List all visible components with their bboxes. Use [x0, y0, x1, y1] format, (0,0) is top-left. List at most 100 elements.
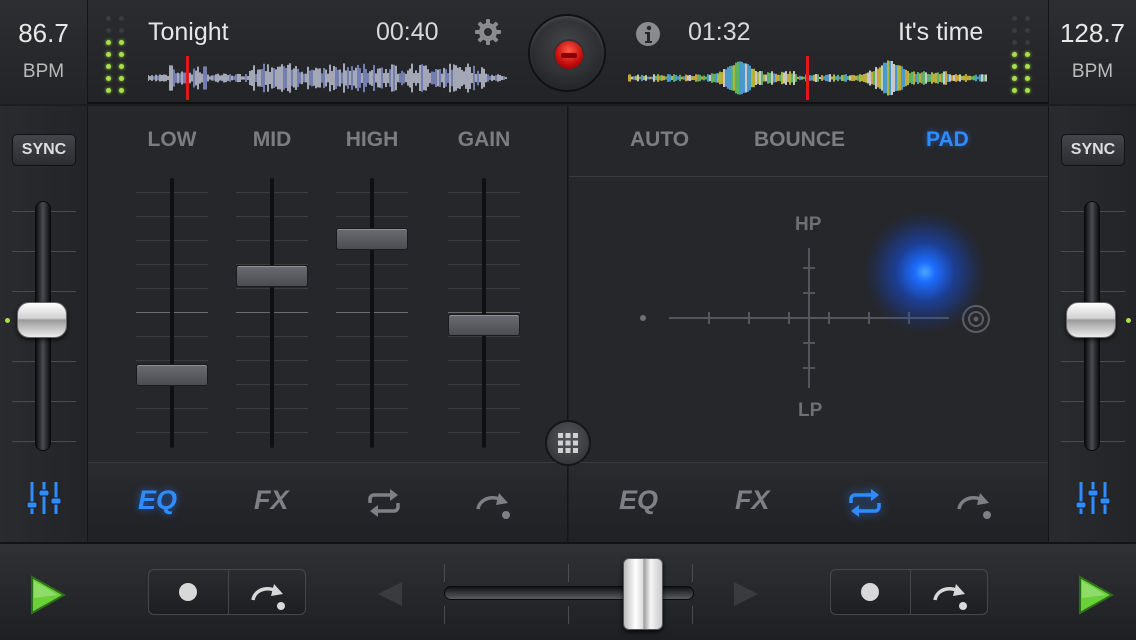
left-pitch-slider-handle[interactable] [17, 302, 67, 338]
left-bpm-label: BPM [22, 61, 65, 82]
fader-handle[interactable] [448, 314, 520, 337]
vu-led [106, 16, 111, 21]
right-redo-button[interactable] [910, 570, 987, 614]
record-button[interactable] [528, 14, 606, 92]
left-sync-button[interactable]: SYNC [12, 134, 76, 166]
right-bpm-label: BPM [1071, 61, 1114, 82]
vu-led [1012, 64, 1017, 69]
vu-led [1025, 28, 1030, 33]
cue-dot-icon [179, 583, 197, 601]
vu-led [119, 16, 124, 21]
left-bpm-display: 86.7 BPM [0, 0, 88, 104]
vu-led [119, 88, 124, 93]
eq-fader-high[interactable] [336, 178, 408, 448]
left-cue-button[interactable] [149, 570, 228, 614]
right-play-button[interactable] [1076, 574, 1116, 616]
playhead-marker [806, 56, 809, 100]
vu-led [106, 88, 111, 93]
right-tab-eq[interactable]: EQ [619, 485, 658, 516]
eq-fader-low[interactable] [136, 178, 208, 448]
loop-icon[interactable] [364, 485, 404, 521]
right-tab-fx[interactable]: FX [735, 485, 770, 516]
right-vu-meter [1008, 14, 1034, 98]
pad-divider [569, 176, 1048, 177]
left-waveform[interactable] [148, 56, 508, 100]
gear-icon[interactable] [474, 18, 502, 46]
right-cue-controls [830, 569, 988, 615]
crossfader-handle[interactable] [622, 558, 663, 630]
right-sync-button[interactable]: SYNC [1061, 134, 1125, 166]
tab-bounce[interactable]: BOUNCE [754, 128, 845, 152]
eq-fader-mid[interactable] [236, 178, 308, 448]
grid-icon [558, 433, 578, 453]
crossfader-right-arrow[interactable] [734, 582, 758, 606]
redo-icon [933, 584, 967, 610]
cue-dot-icon [861, 583, 879, 601]
fader-handle[interactable] [236, 264, 308, 287]
vu-led [119, 40, 124, 45]
eq-panel: LOW MID HIGH GAIN [88, 106, 568, 462]
left-play-button[interactable] [28, 574, 68, 616]
fader-handle[interactable] [336, 227, 408, 250]
pad-touch-point[interactable] [865, 212, 985, 332]
loop-icon[interactable] [845, 485, 885, 521]
right-track-time: 01:32 [688, 18, 751, 46]
transport-bar [0, 542, 1136, 640]
eq-header-low: LOW [147, 128, 197, 151]
left-bpm-value: 86.7 [18, 18, 69, 48]
eq-fader-gain[interactable] [448, 178, 520, 448]
grid-button[interactable] [545, 420, 591, 466]
vu-led [1012, 16, 1017, 21]
left-track-time: 00:40 [376, 18, 439, 46]
left-redo-button[interactable] [228, 570, 305, 614]
right-cue-button[interactable] [831, 570, 910, 614]
vu-led [1025, 76, 1030, 81]
vu-led [1025, 52, 1030, 57]
right-pitch-slider-handle[interactable] [1066, 302, 1116, 338]
left-cue-controls [148, 569, 306, 615]
record-icon [553, 39, 585, 71]
vu-led [1012, 88, 1017, 93]
right-panel-tabbar: EQ FX [569, 462, 1048, 542]
left-tab-eq[interactable]: EQ [138, 485, 177, 516]
fader-rail [270, 178, 274, 448]
vu-led [1012, 52, 1017, 57]
vu-led [1012, 76, 1017, 81]
redo-icon [251, 584, 285, 610]
top-bar: 86.7 BPM Tonight 00:40 01:32 It's time 1 [0, 0, 1136, 104]
redo-icon[interactable] [955, 485, 995, 521]
pad-lp-label: LP [798, 400, 823, 421]
info-icon[interactable] [634, 20, 662, 48]
right-bpm-display: 128.7 BPM [1048, 0, 1136, 104]
vu-led [1025, 40, 1030, 45]
redo-icon[interactable] [474, 485, 514, 521]
eq-header-mid: MID [252, 128, 292, 151]
right-track-title: It's time [898, 18, 984, 46]
fader-handle[interactable] [136, 364, 208, 386]
right-pitch-center-led [1126, 318, 1131, 323]
vu-led [106, 76, 111, 81]
fader-rail [370, 178, 374, 448]
vu-led [119, 76, 124, 81]
fx-pad-panel: AUTO BOUNCE PAD HP LP [569, 106, 1048, 462]
eq-header-gain: GAIN [457, 128, 511, 151]
vu-led [1025, 64, 1030, 69]
mixer-sliders-icon[interactable] [1073, 478, 1113, 518]
tab-pad[interactable]: PAD [926, 128, 969, 152]
left-vu-meter [102, 14, 128, 98]
left-tab-fx[interactable]: FX [254, 485, 289, 516]
vu-led [106, 52, 111, 57]
tab-auto[interactable]: AUTO [630, 128, 689, 152]
right-bpm-value: 128.7 [1059, 18, 1126, 48]
crossfader-left-arrow[interactable] [378, 582, 402, 606]
fader-rail [482, 178, 486, 448]
fader-rail [170, 178, 174, 448]
vu-led [119, 64, 124, 69]
playhead-marker [186, 56, 189, 100]
vu-led [119, 28, 124, 33]
mixer-sliders-icon[interactable] [24, 478, 64, 518]
left-track-title: Tonight [148, 18, 229, 46]
pad-hp-label: HP [795, 214, 822, 235]
right-waveform[interactable] [628, 56, 988, 100]
right-pitch-panel: SYNC [1048, 106, 1136, 542]
